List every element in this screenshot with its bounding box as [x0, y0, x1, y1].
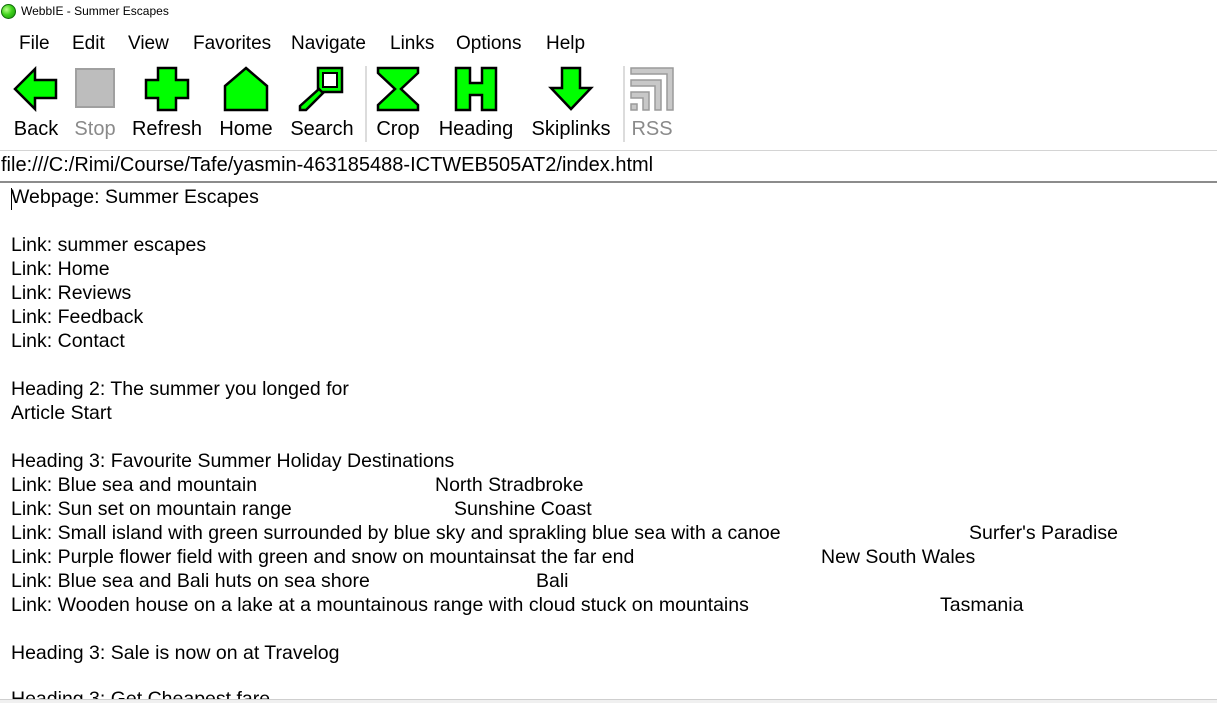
stop-square-icon	[75, 68, 115, 108]
window-bottom-edge	[0, 699, 1217, 703]
menu-options[interactable]: Options	[456, 33, 521, 55]
arrow-down-icon	[548, 66, 594, 111]
toolbar: Back Stop Refresh Home Search Crop Headi…	[0, 60, 1217, 151]
search-label: Search	[290, 118, 354, 140]
menu-favorites[interactable]: Favorites	[193, 33, 271, 55]
refresh-button[interactable]: Refresh	[128, 60, 206, 148]
arrow-left-icon	[13, 66, 58, 112]
stop-label: Stop	[74, 118, 116, 140]
home-label: Home	[219, 118, 273, 140]
menu-edit[interactable]: Edit	[72, 33, 105, 55]
house-icon	[223, 66, 269, 112]
skiplinks-button[interactable]: Skiplinks	[526, 60, 616, 148]
webbie-app-icon	[1, 4, 16, 19]
home-button[interactable]: Home	[214, 60, 278, 148]
page-text-view[interactable]: Webpage: Summer Escapes Link: summer esc…	[0, 183, 1217, 699]
back-button[interactable]: Back	[6, 60, 66, 148]
heading-label: Heading	[438, 118, 514, 140]
menu-links[interactable]: Links	[390, 33, 434, 55]
address-url[interactable]: file:///C:/Rimi/Course/Tafe/yasmin-46318…	[1, 154, 653, 177]
menu-file[interactable]: File	[19, 33, 50, 55]
browser-window: WebbIE - Summer Escapes File Edit View F…	[0, 0, 1217, 703]
rss-feed-icon	[630, 67, 674, 111]
window-title: WebbIE - Summer Escapes	[21, 4, 169, 18]
letter-h-icon	[454, 66, 498, 112]
stop-button[interactable]: Stop	[68, 60, 122, 148]
rss-label: RSS	[631, 118, 673, 140]
skiplinks-label: Skiplinks	[531, 118, 611, 140]
crop-label: Crop	[376, 118, 420, 140]
refresh-label: Refresh	[131, 118, 203, 140]
menu-view[interactable]: View	[128, 33, 169, 55]
magnifier-icon	[298, 66, 344, 112]
heading-button[interactable]: Heading	[434, 60, 518, 148]
toolbar-separator	[365, 66, 368, 142]
plus-cross-icon	[144, 66, 190, 112]
title-bar: WebbIE - Summer Escapes	[0, 0, 1217, 23]
rss-button[interactable]: RSS	[628, 60, 676, 148]
crop-button[interactable]: Crop	[372, 60, 424, 148]
menu-navigate[interactable]: Navigate	[291, 33, 366, 55]
address-bar[interactable]: file:///C:/Rimi/Course/Tafe/yasmin-46318…	[0, 151, 1217, 183]
menu-help[interactable]: Help	[546, 33, 585, 55]
toolbar-separator	[623, 66, 626, 142]
hourglass-icon	[376, 66, 420, 112]
back-label: Back	[13, 118, 59, 140]
search-button[interactable]: Search	[286, 60, 358, 148]
menu-bar: File Edit View Favorites Navigate Links …	[0, 23, 1217, 60]
